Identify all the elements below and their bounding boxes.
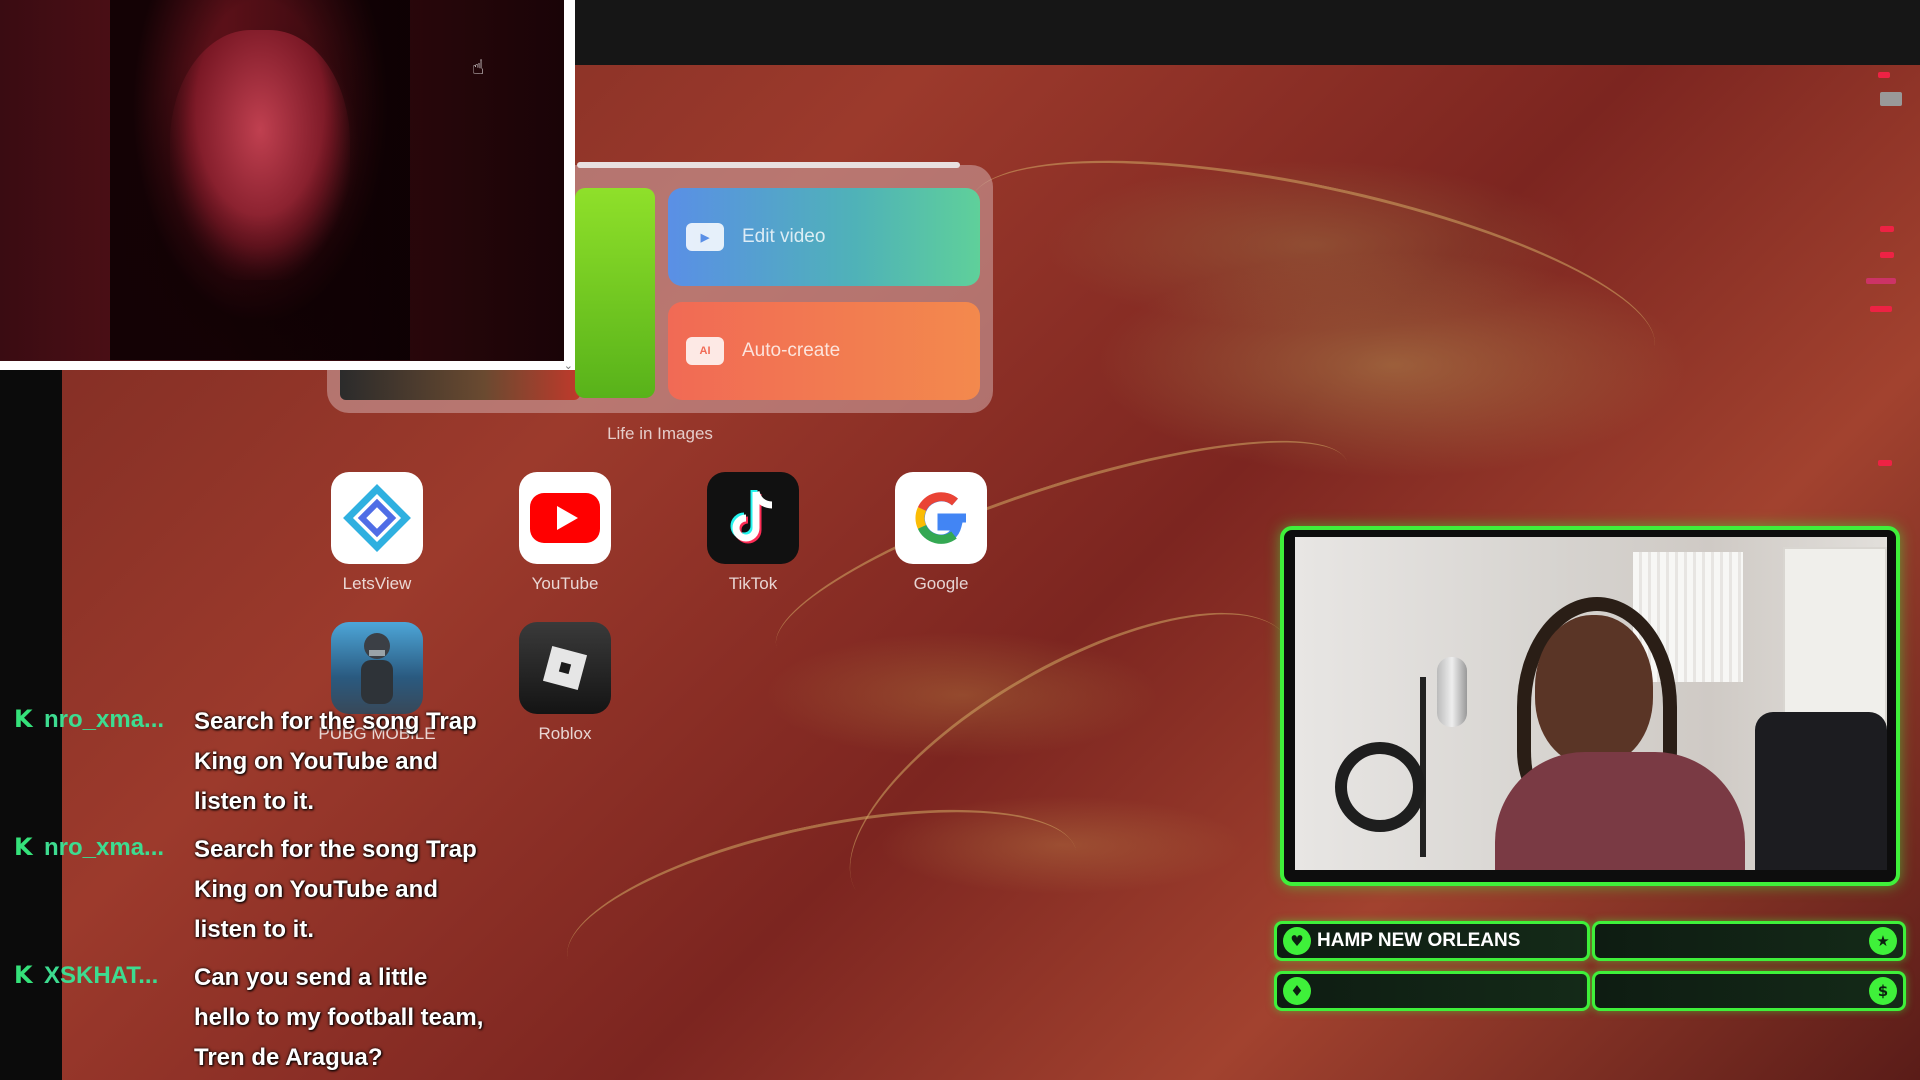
overlay-tick xyxy=(1870,306,1892,312)
cursor-hand-icon: ☝ xyxy=(472,55,485,79)
chat-username: nro_xma... xyxy=(44,834,165,861)
pubg-icon xyxy=(331,622,423,714)
webcam-person-shirt xyxy=(1495,752,1745,870)
widget-green-tile[interactable] xyxy=(575,188,655,398)
kick-icon: K xyxy=(14,961,33,989)
overlay-tick xyxy=(1880,226,1894,232)
overlay-tick xyxy=(1878,72,1890,78)
chat-text: Search for the song Trap King on YouTube… xyxy=(194,836,477,943)
movie-frame: ☝ xyxy=(0,0,564,361)
headphones xyxy=(1335,742,1425,832)
video-play-icon: ▶ xyxy=(686,223,724,251)
webcam-person-head xyxy=(1535,615,1653,765)
chat-username: nro_xma... xyxy=(44,706,165,733)
overlay-tick xyxy=(1878,460,1892,466)
app-label: LetsView xyxy=(342,574,412,593)
stream-screen: ▶ Edit video AI Auto-create Life in Imag… xyxy=(0,0,1920,1080)
panel-text: HAMP NEW ORLEANS xyxy=(1317,930,1521,951)
edit-video-label: Edit video xyxy=(742,226,826,247)
chevron-down-icon[interactable]: ⌄ xyxy=(564,359,573,372)
app-label: Roblox xyxy=(538,724,592,743)
app-roblox[interactable]: Roblox xyxy=(500,622,630,744)
widget-caption: Life in Images xyxy=(607,424,713,443)
goal-panel-bottom-left: ♦ xyxy=(1274,971,1590,1011)
letsview-icon xyxy=(331,472,423,564)
chat-username: XSKHAT... xyxy=(44,962,159,989)
chat-text: Search for the song Trap King on YouTube… xyxy=(194,708,477,815)
star-icon: ★ xyxy=(1869,927,1897,955)
webcam-chair xyxy=(1755,712,1887,870)
google-icon xyxy=(895,472,987,564)
auto-create-button[interactable]: AI Auto-create xyxy=(668,302,980,400)
kick-icon: K xyxy=(14,833,33,861)
microphone xyxy=(1437,657,1467,727)
chat-feed: K nro_xma... Search for the song Trap Ki… xyxy=(14,702,494,1080)
dollar-icon: $ xyxy=(1869,977,1897,1005)
app-label: TikTok xyxy=(728,574,778,593)
auto-create-label: Auto-create xyxy=(742,340,841,361)
app-google[interactable]: Google xyxy=(876,472,1006,594)
ai-icon: AI xyxy=(686,337,724,365)
heart-icon: ♥ xyxy=(1283,927,1311,955)
kick-icon: K xyxy=(14,705,33,733)
chat-message: K nro_xma... Search for the song Trap Ki… xyxy=(14,702,494,822)
chat-message: K XSKHAT... Can you send a little hello … xyxy=(14,958,494,1078)
overlay-tick xyxy=(1880,252,1894,258)
roblox-icon xyxy=(519,622,611,714)
app-youtube[interactable]: YouTube xyxy=(500,472,630,594)
tiktok-icon xyxy=(707,472,799,564)
goal-panel-bottom-right: $ xyxy=(1592,971,1906,1011)
overlay-tick xyxy=(1880,92,1902,106)
widget-handle xyxy=(577,162,960,168)
mic-stand xyxy=(1420,677,1426,857)
youtube-icon xyxy=(519,472,611,564)
movie-shadow xyxy=(110,0,410,360)
chat-message: K nro_xma... Search for the song Trap Ki… xyxy=(14,830,494,950)
overlay-tick xyxy=(1866,278,1896,284)
movie-overlay: ☝ ⌄ xyxy=(0,0,575,372)
goal-panel-top-right: ★ xyxy=(1592,921,1906,961)
app-label: Google xyxy=(913,574,969,593)
webcam-feed xyxy=(1295,537,1887,870)
drop-icon: ♦ xyxy=(1283,977,1311,1005)
app-label: YouTube xyxy=(531,574,599,593)
edit-video-button[interactable]: ▶ Edit video xyxy=(668,188,980,286)
goal-panel-top-left: ♥ HAMP NEW ORLEANS xyxy=(1274,921,1590,961)
app-tiktok[interactable]: TikTok xyxy=(688,472,818,594)
app-letsview[interactable]: LetsView xyxy=(312,472,442,594)
top-bar xyxy=(575,0,1920,65)
chat-text: Can you send a little hello to my footba… xyxy=(194,964,484,1071)
